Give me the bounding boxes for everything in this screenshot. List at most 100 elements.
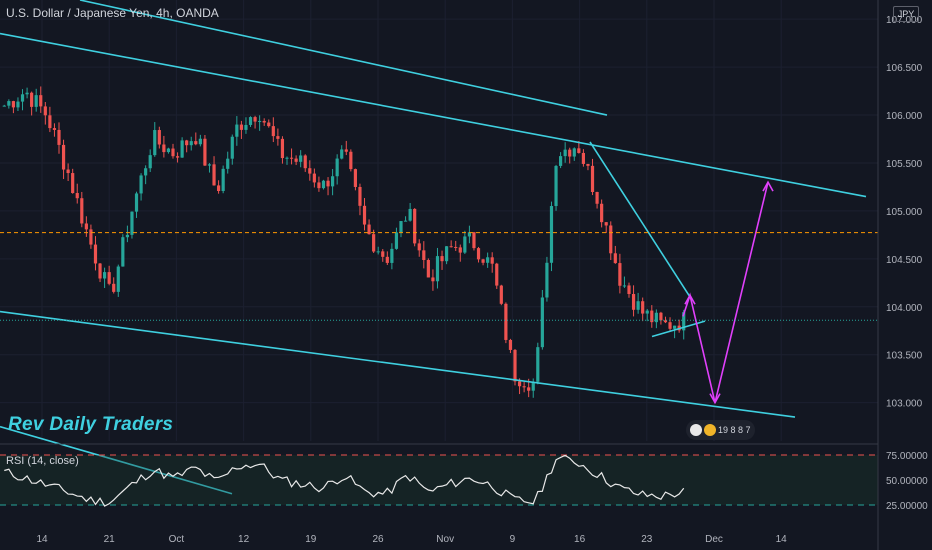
candle xyxy=(613,253,617,264)
candle xyxy=(549,206,554,263)
candle xyxy=(595,192,599,204)
rsi-pane xyxy=(0,454,878,507)
candle xyxy=(362,205,367,225)
candle xyxy=(435,256,440,282)
price-tick: 105.500 xyxy=(886,159,923,170)
candle xyxy=(267,122,271,127)
candle xyxy=(627,285,631,295)
price-tick: 103.500 xyxy=(886,351,923,362)
candle xyxy=(207,164,212,166)
candle xyxy=(349,151,353,170)
candle xyxy=(463,236,467,253)
candle xyxy=(517,381,522,387)
candle xyxy=(545,262,549,298)
candle xyxy=(185,140,189,146)
candle xyxy=(321,180,326,189)
candle xyxy=(299,155,303,162)
time-label: Nov xyxy=(436,534,454,545)
candle xyxy=(20,94,25,102)
candle xyxy=(326,180,330,187)
candle xyxy=(166,148,171,153)
time-label: 14 xyxy=(36,534,48,545)
rsi-band xyxy=(0,455,878,505)
candles xyxy=(2,86,686,398)
wedge-upper-line xyxy=(589,141,693,301)
candle xyxy=(568,149,572,157)
currency-badge[interactable]: JPY xyxy=(893,6,919,22)
candle xyxy=(203,138,207,166)
candle xyxy=(11,101,15,108)
candle xyxy=(230,136,234,159)
candle xyxy=(116,266,120,292)
time-label: 19 xyxy=(305,534,317,545)
candle xyxy=(280,138,285,159)
candle xyxy=(130,211,134,235)
candle xyxy=(490,257,494,264)
candle xyxy=(495,263,499,286)
candle xyxy=(403,220,408,222)
candle xyxy=(285,157,289,159)
rsi-tick: 50.00000 xyxy=(886,476,928,487)
price-tick: 106.500 xyxy=(886,63,923,74)
candle xyxy=(513,349,517,382)
candle xyxy=(476,248,481,260)
candle xyxy=(445,246,449,262)
candle xyxy=(645,310,649,314)
projection-arrow xyxy=(709,393,721,405)
chart-canvas: 104.773103.859 107.000106.500106.000105.… xyxy=(0,0,932,550)
candle xyxy=(554,165,558,207)
candle xyxy=(175,156,180,158)
candle xyxy=(527,387,531,391)
candle xyxy=(577,148,581,153)
candle xyxy=(289,157,294,159)
price-tick: 104.500 xyxy=(886,255,923,266)
projection-arrow xyxy=(684,293,696,305)
candle xyxy=(426,259,430,278)
candle xyxy=(89,229,93,245)
time-label: 16 xyxy=(574,534,586,545)
candle xyxy=(590,165,595,193)
candle xyxy=(248,117,253,125)
candle xyxy=(253,117,257,122)
candle xyxy=(2,105,6,107)
candle xyxy=(563,149,567,157)
candle xyxy=(30,92,34,107)
candle xyxy=(258,120,262,122)
candle xyxy=(308,168,312,174)
candle xyxy=(641,301,645,314)
candle xyxy=(668,322,672,329)
candle xyxy=(153,130,157,156)
candle xyxy=(372,234,376,252)
time-label: 14 xyxy=(776,534,788,545)
candle xyxy=(43,106,47,116)
candle xyxy=(390,248,394,263)
candle xyxy=(148,155,152,169)
events-badge[interactable]: 19 8 8 7 xyxy=(686,420,755,440)
candle xyxy=(217,185,221,192)
candle xyxy=(34,95,38,107)
candle xyxy=(536,347,540,382)
candle xyxy=(449,246,453,248)
candle xyxy=(226,158,230,169)
candle xyxy=(335,158,339,177)
candle xyxy=(16,101,20,108)
candle xyxy=(107,272,111,284)
candle xyxy=(344,149,348,152)
candle xyxy=(385,256,389,263)
candle xyxy=(481,259,485,263)
candle xyxy=(194,141,198,145)
candle xyxy=(48,115,52,129)
candle xyxy=(586,163,590,166)
candle xyxy=(61,144,66,170)
candle xyxy=(358,186,362,206)
candle xyxy=(636,301,640,310)
earnings-icon xyxy=(704,424,716,436)
candle xyxy=(540,297,544,348)
time-label: 23 xyxy=(641,534,653,545)
candle xyxy=(504,303,508,340)
candle xyxy=(604,222,608,226)
projection-path xyxy=(682,181,769,403)
candle xyxy=(52,128,57,130)
candle xyxy=(189,141,193,146)
projection-arrow xyxy=(762,180,774,192)
